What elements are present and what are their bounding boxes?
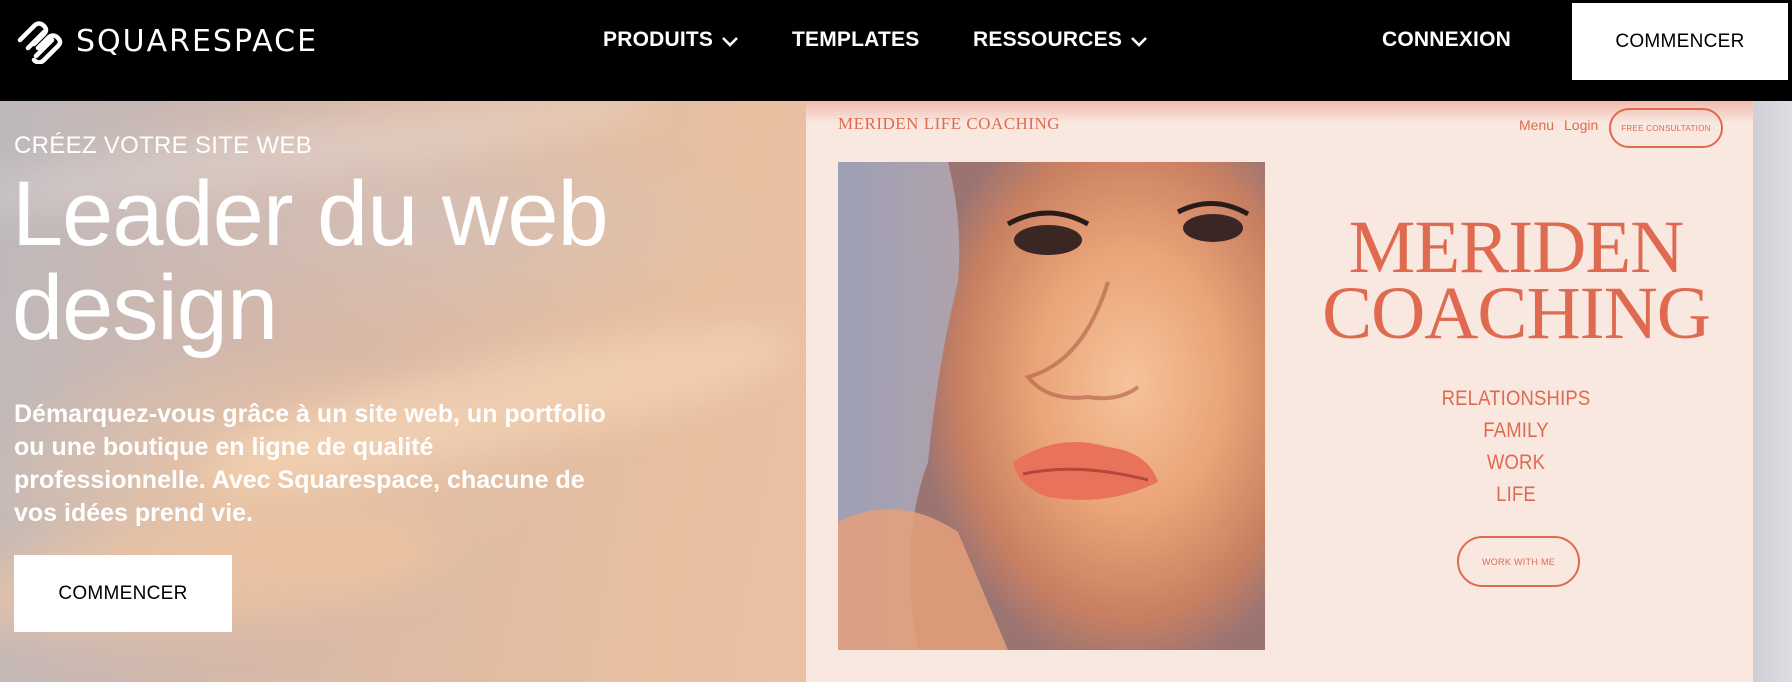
top-nav: SQUARESPACE PRODUITS TEMPLATES RESSOURCE… <box>0 0 1792 101</box>
list-item: WORK <box>1486 451 1546 474</box>
chevron-down-icon <box>722 36 739 47</box>
nav-commencer-button[interactable]: COMMENCER <box>1572 3 1788 80</box>
squarespace-logo[interactable]: SQUARESPACE <box>14 18 318 64</box>
preview-topic-list: RELATIONSHIPS FAMILY WORK LIFE <box>1340 383 1692 511</box>
preview-portrait-photo <box>838 162 1265 650</box>
background-edge <box>1753 101 1792 682</box>
nav-item-produits[interactable]: PRODUITS <box>603 28 739 52</box>
nav-item-ressources[interactable]: RESSOURCES <box>973 28 1148 52</box>
portrait-illustration <box>838 162 1265 650</box>
preview-title: MERIDEN COACHING <box>1316 210 1716 355</box>
hero-section: CRÉEZ VOTRE SITE WEB Leader du web desig… <box>0 101 1792 682</box>
preview-work-with-me-button: WORK WITH ME <box>1457 536 1580 587</box>
hero-subtext: Démarquez-vous grâce à un site web, un p… <box>14 400 606 527</box>
list-item: FAMILY <box>1483 419 1549 442</box>
chevron-down-icon <box>1131 36 1147 47</box>
preview-login-link: Login <box>1564 117 1599 133</box>
preview-consultation-button: FREE CONSULTATION <box>1609 108 1723 148</box>
template-preview: MERIDEN LIFE COACHING Menu Login FREE CO… <box>806 101 1753 682</box>
nav-item-label: PRODUITS <box>603 28 714 51</box>
hero-eyebrow: CRÉEZ VOTRE SITE WEB <box>14 132 313 159</box>
list-item: LIFE <box>1496 483 1536 506</box>
login-link[interactable]: CONNEXION <box>1382 28 1511 52</box>
preview-brand: MERIDEN LIFE COACHING <box>838 114 1061 133</box>
headline-line-2: design <box>12 257 278 359</box>
hero-commencer-button[interactable]: COMMENCER <box>14 555 232 632</box>
nav-item-label: RESSOURCES <box>973 28 1123 51</box>
logo-wordmark: SQUARESPACE <box>76 23 319 59</box>
nav-item-templates[interactable]: TEMPLATES <box>792 28 919 52</box>
list-item: RELATIONSHIPS <box>1441 387 1591 410</box>
hero-headline: Leader du web design <box>12 167 752 355</box>
preview-title-line-2: COACHING <box>1322 272 1711 355</box>
squarespace-logo-icon <box>17 21 63 64</box>
headline-line-1: Leader du web <box>12 163 609 265</box>
nav-item-label: TEMPLATES <box>792 28 920 51</box>
preview-menu-link: Menu <box>1519 117 1555 133</box>
